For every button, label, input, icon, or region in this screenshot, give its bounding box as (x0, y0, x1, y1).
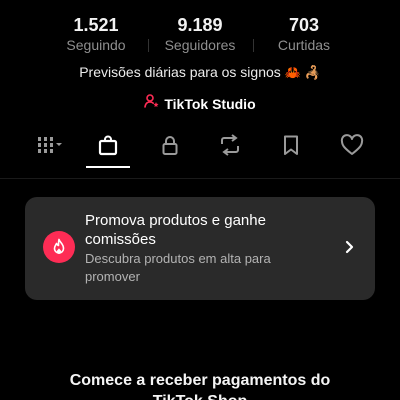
likes-label: Curtidas (277, 37, 331, 53)
followers-label: Seguidores (164, 37, 236, 53)
tab-private[interactable] (150, 130, 190, 164)
studio-person-icon (144, 93, 160, 114)
studio-label: TikTok Studio (164, 96, 256, 112)
followers-count: 9.189 (177, 15, 223, 35)
active-tab-indicator (86, 166, 130, 168)
likes-count: 703 (288, 15, 320, 35)
profile-bio: Previsões diárias para os signos 🦀 🦂 (0, 62, 400, 83)
likes-stat[interactable]: 703 Curtidas (249, 14, 359, 54)
heading-line-2: TikTok Shop (0, 391, 400, 400)
shop-payments-heading: Comece a receber pagamentos do TikTok Sh… (0, 370, 400, 400)
following-label: Seguindo (66, 37, 126, 53)
bio-text: Previsões diárias para os signos (79, 64, 281, 80)
promo-subtitle: Descubra produtos em alta para promover (85, 251, 271, 284)
following-count: 1.521 (73, 15, 119, 35)
flame-icon (43, 231, 75, 263)
tiktok-studio-link[interactable]: TikTok Studio (0, 94, 400, 114)
tabs-divider (0, 178, 400, 179)
heart-icon (340, 133, 364, 161)
tab-shop[interactable] (88, 130, 128, 164)
lock-icon (159, 134, 181, 161)
repost-icon (218, 133, 242, 161)
followers-stat[interactable]: 9.189 Seguidores (145, 14, 255, 54)
bookmark-icon (280, 134, 302, 161)
tab-liked[interactable] (332, 130, 372, 164)
tab-videos[interactable] (30, 130, 70, 164)
profile-page: 1.521 Seguindo 9.189 Seguidores 703 Curt… (0, 0, 400, 400)
shop-bag-icon (96, 133, 120, 162)
profile-tabs (0, 130, 400, 170)
profile-stats: 1.521 Seguindo 9.189 Seguidores 703 Curt… (0, 14, 400, 54)
heading-line-1: Comece a receber pagamentos do (69, 372, 331, 389)
grid-icon (35, 134, 65, 161)
tab-reposts[interactable] (210, 130, 250, 164)
bio-emojis: 🦀 🦂 (284, 65, 321, 80)
chevron-right-icon (343, 239, 357, 255)
promo-title: Promova produtos e ganhe comissões (85, 212, 266, 248)
following-stat[interactable]: 1.521 Seguindo (41, 14, 151, 54)
promote-products-card[interactable]: Promova produtos e ganhe comissões Descu… (25, 197, 375, 300)
tab-favorites[interactable] (271, 130, 311, 164)
